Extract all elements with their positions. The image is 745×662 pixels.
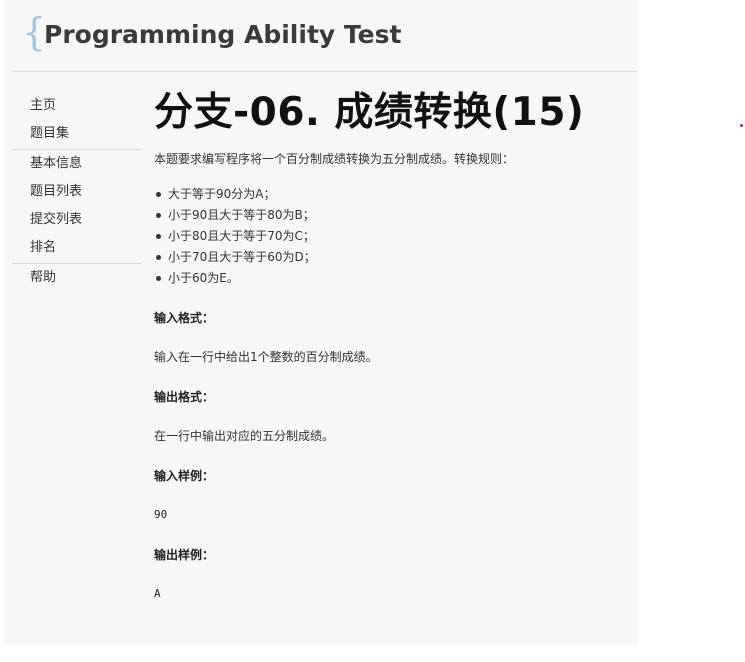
site-header: { Programming Ability Test: [12, 0, 638, 72]
problem-intro: 本题要求编写程序将一个百分制成绩转换为五分制成绩。转换规则：: [154, 152, 515, 166]
site-title[interactable]: Programming Ability Test: [44, 18, 401, 52]
sample-output: A: [154, 587, 161, 600]
sample-output-heading: 输出样例：: [154, 548, 215, 562]
sample-input: 90: [154, 508, 168, 521]
output-format-text: 在一行中输出对应的五分制成绩。: [154, 429, 335, 443]
rules-list: 大于等于90分为A； 小于90且大于等于80为B； 小于80且大于等于70为C；…: [154, 184, 624, 289]
sidebar-item-submissions[interactable]: 提交列表: [12, 206, 142, 234]
input-format-text: 输入在一行中给出1个整数的百分制成绩。: [154, 350, 378, 364]
problem-title: 分支-06. 成绩转换(15): [154, 90, 585, 135]
sidebar-item-help[interactable]: 帮助: [12, 264, 142, 292]
page: { Programming Ability Test 主页 题目集 基本信息 题…: [0, 0, 745, 662]
sidebar-item-problem-sets[interactable]: 题目集: [12, 120, 142, 148]
sidebar-item-ranking[interactable]: 排名: [12, 234, 142, 262]
sample-input-heading: 输入样例：: [154, 469, 215, 483]
sidebar-nav: 主页 题目集 基本信息 题目列表 提交列表 排名 帮助: [12, 92, 142, 292]
browser-viewport: { Programming Ability Test 主页 题目集 基本信息 题…: [4, 0, 638, 645]
output-format-heading: 输出格式：: [154, 390, 215, 404]
list-item: 大于等于90分为A；: [154, 184, 624, 205]
sidebar-item-home[interactable]: 主页: [12, 92, 142, 120]
sidebar-item-problem-list[interactable]: 题目列表: [12, 178, 142, 206]
cursor-marker-icon: [740, 124, 743, 127]
list-item: 小于70且大于等于60为D；: [154, 247, 624, 268]
list-item: 小于80且大于等于70为C；: [154, 226, 624, 247]
sidebar-item-basic-info[interactable]: 基本信息: [12, 150, 142, 178]
input-format-heading: 输入格式：: [154, 311, 215, 325]
brace-logo-icon: {: [22, 10, 47, 54]
problem-content: 分支-06. 成绩转换(15) 本题要求编写程序将一个百分制成绩转换为五分制成绩…: [154, 88, 624, 625]
list-item: 小于60为E。: [154, 268, 624, 289]
list-item: 小于90且大于等于80为B；: [154, 205, 624, 226]
